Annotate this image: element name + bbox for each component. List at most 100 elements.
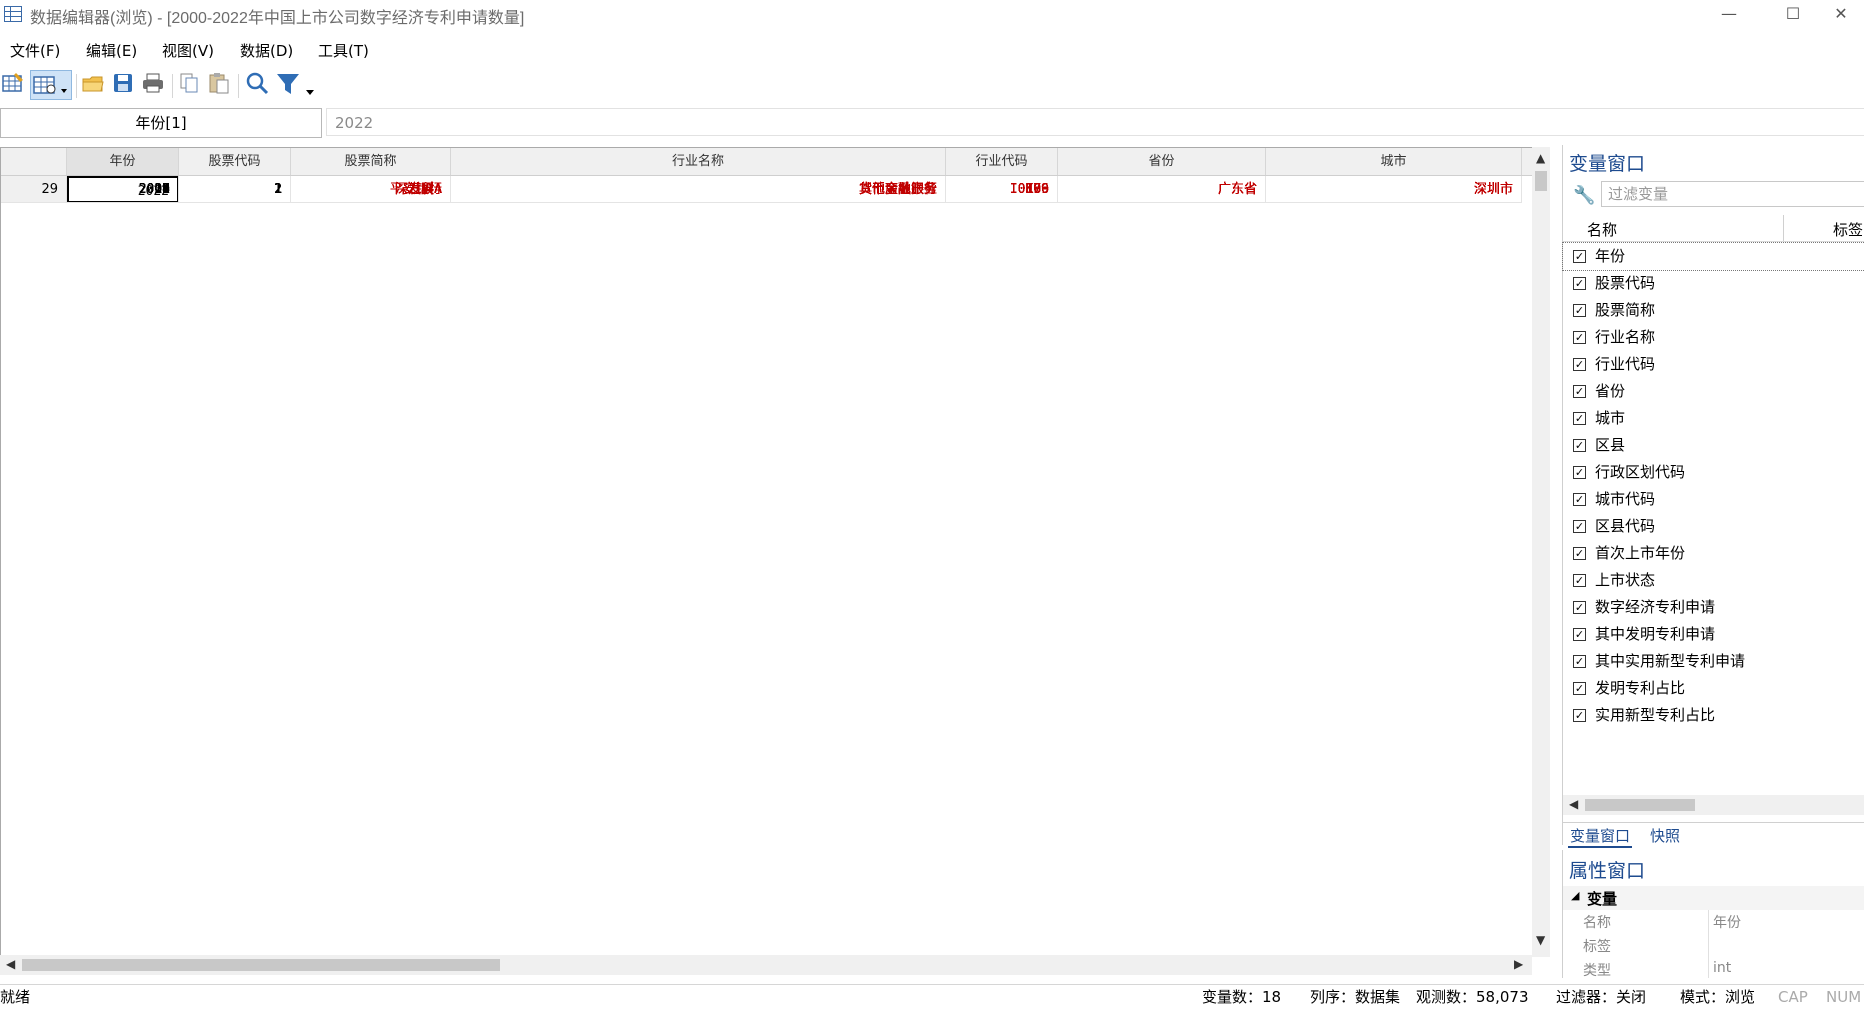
- column-header-row: 年份 股票代码 股票简称 行业名称 行业代码 省份 城市: [1, 148, 1532, 176]
- menu-tools[interactable]: 工具(T): [318, 40, 369, 61]
- variable-item[interactable]: ✓ 行政区划代码: [1563, 459, 1864, 486]
- scrollbar-thumb[interactable]: [1585, 799, 1695, 811]
- variable-checkbox-checked-icon[interactable]: ✓: [1573, 277, 1586, 290]
- table-cell[interactable]: 2017: [67, 176, 179, 203]
- scrollbar-thumb[interactable]: [22, 959, 500, 971]
- variable-item[interactable]: ✓ 城市代码: [1563, 486, 1864, 513]
- table-cell[interactable]: K70: [946, 176, 1058, 203]
- copy-icon[interactable]: [176, 70, 204, 100]
- find-icon[interactable]: [244, 70, 272, 100]
- menu-view[interactable]: 视图(V): [162, 40, 214, 61]
- maximize-button[interactable]: ☐: [1770, 0, 1816, 30]
- scroll-down-icon[interactable]: ▼: [1536, 933, 1545, 947]
- menu-file[interactable]: 文件(F): [10, 40, 60, 61]
- prop-name-value[interactable]: 年份: [1713, 912, 1741, 932]
- variable-name: 首次上市年份: [1595, 544, 1686, 562]
- variable-item[interactable]: ✓ 城市: [1563, 405, 1864, 432]
- data-editor-edit-icon[interactable]: [0, 70, 28, 100]
- save-icon[interactable]: [110, 70, 138, 100]
- variable-item[interactable]: ✓ 首次上市年份: [1563, 540, 1864, 567]
- prop-type-value[interactable]: int: [1713, 960, 1731, 976]
- variable-item[interactable]: ✓ 行业名称: [1563, 324, 1864, 351]
- variable-checkbox-checked-icon[interactable]: ✓: [1573, 520, 1586, 533]
- variable-name: 行业名称: [1595, 328, 1656, 346]
- variable-checkbox-checked-icon[interactable]: ✓: [1573, 682, 1586, 695]
- data-editor-browse-icon[interactable]: [30, 70, 72, 100]
- table-cell[interactable]: 万科A: [291, 176, 451, 203]
- cell-value-field[interactable]: 2022: [326, 108, 1864, 136]
- variable-checkbox-checked-icon[interactable]: ✓: [1573, 628, 1586, 641]
- variable-checkbox-checked-icon[interactable]: ✓: [1573, 466, 1586, 479]
- column-header-province[interactable]: 省份: [1058, 148, 1266, 175]
- variable-item[interactable]: ✓ 股票代码: [1563, 270, 1864, 297]
- variable-item[interactable]: ✓ 行业代码: [1563, 351, 1864, 378]
- menu-edit[interactable]: 编辑(E): [86, 40, 137, 61]
- properties-panel: 属性窗口 ◢ 变量 名称 年份 标签 类型 int: [1562, 850, 1864, 978]
- properties-section-variables[interactable]: ◢ 变量: [1563, 886, 1864, 910]
- grid-vertical-scrollbar[interactable]: ▲ ▼: [1532, 147, 1550, 957]
- variable-item[interactable]: ✓ 上市状态: [1563, 567, 1864, 594]
- variable-item[interactable]: ✓ 数字经济专利申请: [1563, 594, 1864, 621]
- variable-checkbox-checked-icon[interactable]: ✓: [1573, 412, 1586, 425]
- table-cell[interactable]: 广东省: [1058, 176, 1266, 203]
- grid-horizontal-scrollbar[interactable]: ◀ ▶: [0, 955, 1532, 975]
- filter-icon[interactable]: [274, 70, 320, 100]
- close-button[interactable]: ✕: [1818, 0, 1864, 30]
- status-mode: 模式：浏览: [1680, 988, 1756, 1006]
- variable-checkbox-checked-icon[interactable]: ✓: [1573, 331, 1586, 344]
- scroll-left-icon[interactable]: ◀: [1569, 797, 1578, 811]
- scroll-up-icon[interactable]: ▲: [1536, 151, 1545, 165]
- variable-item[interactable]: ✓ 发明专利占比: [1563, 675, 1864, 702]
- filter-variables-input[interactable]: 过滤变量: [1601, 181, 1864, 207]
- column-header-year[interactable]: 年份: [67, 148, 179, 175]
- tab-snapshots[interactable]: 快照: [1650, 825, 1680, 846]
- variable-checkbox-checked-icon[interactable]: ✓: [1573, 358, 1586, 371]
- grid-corner[interactable]: [1, 148, 67, 175]
- table-cell[interactable]: 2: [179, 176, 291, 203]
- variable-item[interactable]: ✓ 区县: [1563, 432, 1864, 459]
- paste-icon[interactable]: [206, 70, 234, 100]
- variable-item[interactable]: ✓ 其中实用新型专利申请: [1563, 648, 1864, 675]
- variable-checkbox-checked-icon[interactable]: ✓: [1573, 304, 1586, 317]
- column-header-ind_code[interactable]: 行业代码: [946, 148, 1058, 175]
- variable-checkbox-checked-icon[interactable]: ✓: [1573, 439, 1586, 452]
- tab-variables[interactable]: 变量窗口: [1568, 825, 1633, 848]
- prop-divider: [1708, 910, 1709, 978]
- open-folder-icon[interactable]: [80, 70, 108, 100]
- scrollbar-thumb[interactable]: [1535, 171, 1547, 191]
- variable-item[interactable]: ✓ 其中发明专利申请: [1563, 621, 1864, 648]
- variable-checkbox-checked-icon[interactable]: ✓: [1573, 385, 1586, 398]
- variable-item[interactable]: ✓ 省份: [1563, 378, 1864, 405]
- variable-checkbox-checked-icon[interactable]: ✓: [1573, 655, 1586, 668]
- variable-name: 区县代码: [1595, 517, 1656, 535]
- cell-reference-box[interactable]: 年份[1]: [0, 108, 322, 138]
- row-number[interactable]: 29: [1, 176, 67, 203]
- column-header-short[interactable]: 股票简称: [291, 148, 451, 175]
- scroll-left-icon[interactable]: ◀: [6, 957, 15, 971]
- variable-item[interactable]: ✓ 区县代码: [1563, 513, 1864, 540]
- column-header-name[interactable]: 名称: [1587, 219, 1617, 240]
- variables-horizontal-scrollbar[interactable]: ◀: [1563, 795, 1864, 815]
- minimize-button[interactable]: —: [1706, 0, 1752, 30]
- variable-checkbox-checked-icon[interactable]: ✓: [1573, 601, 1586, 614]
- variable-checkbox-checked-icon[interactable]: ✓: [1573, 250, 1586, 263]
- variable-checkbox-checked-icon[interactable]: ✓: [1573, 574, 1586, 587]
- toolbar-separator: [238, 74, 239, 98]
- collapse-triangle-icon[interactable]: ◢: [1571, 889, 1579, 902]
- variable-checkbox-checked-icon[interactable]: ✓: [1573, 709, 1586, 722]
- column-header-label[interactable]: 标签: [1833, 219, 1863, 240]
- column-header-industry[interactable]: 行业名称: [451, 148, 946, 175]
- table-cell[interactable]: 房地产业: [451, 176, 946, 203]
- print-icon[interactable]: [140, 70, 168, 100]
- variable-checkbox-checked-icon[interactable]: ✓: [1573, 493, 1586, 506]
- column-header-city[interactable]: 城市: [1266, 148, 1522, 175]
- variable-item[interactable]: ✓ 年份: [1562, 242, 1864, 271]
- variable-item[interactable]: ✓ 实用新型专利占比: [1563, 702, 1864, 729]
- variable-item[interactable]: ✓ 股票简称: [1563, 297, 1864, 324]
- column-header-code[interactable]: 股票代码: [179, 148, 291, 175]
- wrench-icon[interactable]: 🔧: [1573, 185, 1595, 206]
- menu-data[interactable]: 数据(D): [240, 40, 293, 61]
- table-cell[interactable]: 深圳市: [1266, 176, 1522, 203]
- variable-checkbox-checked-icon[interactable]: ✓: [1573, 547, 1586, 560]
- scroll-right-icon[interactable]: ▶: [1514, 957, 1523, 971]
